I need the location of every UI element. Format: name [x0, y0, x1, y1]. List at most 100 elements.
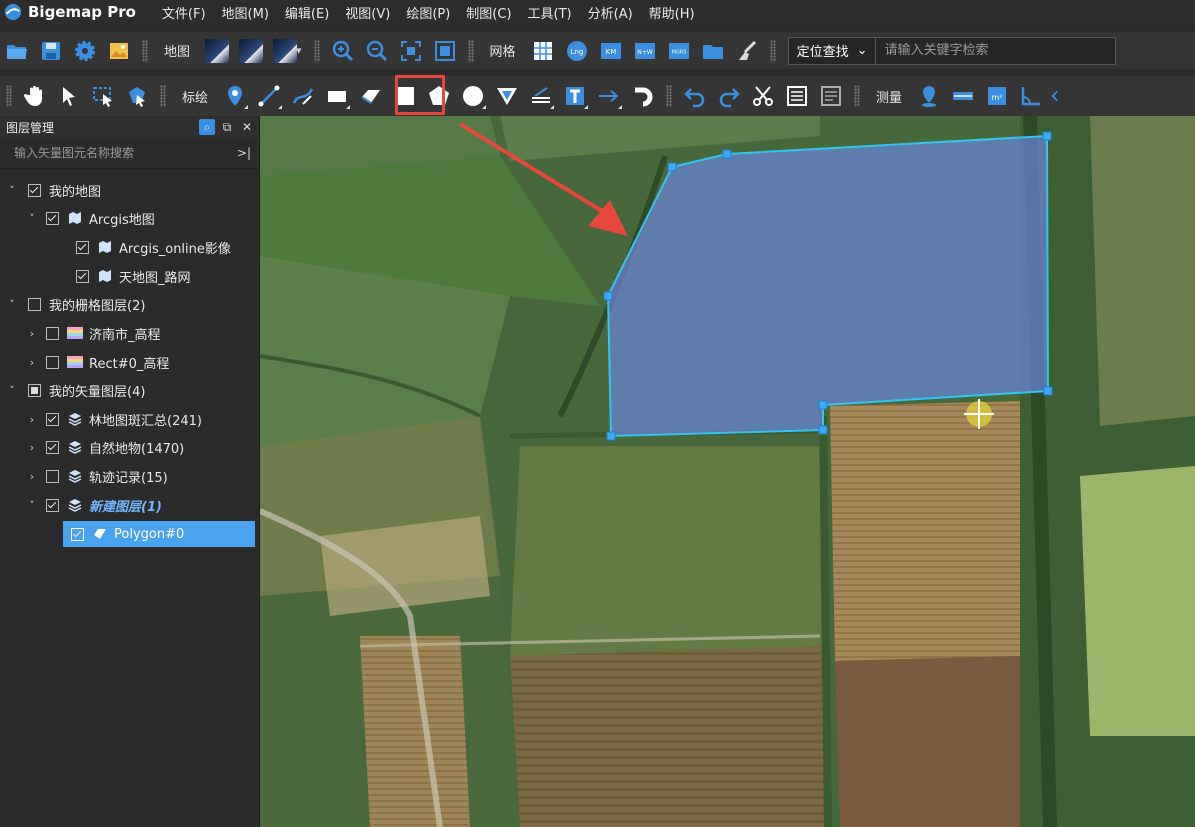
layer-checkbox[interactable]: [46, 469, 59, 483]
curve-button[interactable]: [286, 79, 320, 113]
zoom-out-button[interactable]: [360, 34, 394, 68]
select-button[interactable]: [52, 79, 86, 113]
image-button[interactable]: [102, 34, 136, 68]
nw-grid-button[interactable]: N+W: [628, 34, 662, 68]
polygon-vertex[interactable]: [606, 431, 616, 441]
menu-map[interactable]: 地图(M): [214, 3, 277, 22]
toolbar-grip[interactable]: [854, 85, 861, 107]
mgrs-grid-button[interactable]: MGRS: [662, 34, 696, 68]
tree-row-tianditu[interactable]: 天地图_路网: [0, 263, 191, 289]
measure-area-button[interactable]: m²: [980, 79, 1014, 113]
measure-angle-button[interactable]: [1014, 79, 1048, 113]
cut-button[interactable]: [746, 79, 780, 113]
full-extent-button[interactable]: [428, 34, 462, 68]
menu-tools[interactable]: 工具(T): [520, 3, 580, 22]
basemap-3-button[interactable]: [268, 34, 302, 68]
map-view[interactable]: [260, 116, 1195, 827]
tree-row-arcgis[interactable]: ˅ Arcgis地图: [0, 205, 155, 231]
redo-button[interactable]: [712, 79, 746, 113]
tree-row-arcgis-online[interactable]: Arcgis_online影像: [0, 234, 231, 260]
fit-extent-button[interactable]: [394, 34, 428, 68]
toolbar-grip[interactable]: [313, 39, 320, 62]
toolbar-grip[interactable]: [6, 85, 12, 107]
menu-view[interactable]: 视图(V): [337, 3, 398, 22]
polygon-vertex[interactable]: [1042, 131, 1052, 141]
chevron-down-icon[interactable]: ˅: [26, 212, 38, 225]
tree-row-my-map[interactable]: ˅ 我的地图: [0, 177, 101, 203]
close-icon[interactable]: ✕: [239, 119, 255, 135]
toolbar-grip[interactable]: [769, 39, 776, 62]
grid-button[interactable]: [526, 34, 560, 68]
chevron-right-icon[interactable]: ›: [26, 356, 38, 369]
layer-checkbox[interactable]: [71, 527, 84, 541]
measure-point-button[interactable]: [912, 79, 946, 113]
locate-select[interactable]: 定位查找 ⌄: [789, 37, 877, 64]
chevron-down-icon[interactable]: ˅: [26, 499, 38, 512]
tree-row-new-layer[interactable]: ˅ 新建图层(1): [0, 492, 162, 518]
polygon-vertex[interactable]: [818, 400, 828, 410]
polygon-vertex[interactable]: [667, 162, 677, 172]
more-tools-button[interactable]: [1048, 79, 1062, 113]
tree-row-raster-layers[interactable]: ˅ 我的栅格图层(2): [0, 291, 145, 317]
menu-analysis[interactable]: 分析(A): [580, 3, 641, 22]
menu-edit[interactable]: 编辑(E): [277, 3, 337, 22]
collapse-icon[interactable]: >|: [237, 146, 251, 160]
layer-checkbox[interactable]: [76, 240, 89, 254]
layer-checkbox[interactable]: [46, 498, 59, 512]
layer-checkbox[interactable]: [76, 269, 89, 283]
box-select-button[interactable]: [86, 79, 120, 113]
circle-button[interactable]: [456, 79, 490, 113]
layer-checkbox[interactable]: [46, 440, 59, 454]
layer-search-input[interactable]: [12, 145, 236, 161]
layer-checkbox[interactable]: [46, 412, 59, 426]
search-icon[interactable]: ⌕: [199, 119, 215, 135]
tree-row-vector-layers[interactable]: ˅ 我的矢量图层(4): [0, 377, 145, 403]
settings-button[interactable]: [68, 34, 102, 68]
folder-button[interactable]: [696, 34, 730, 68]
polygon-select-button[interactable]: [120, 79, 154, 113]
layer-checkbox[interactable]: [46, 355, 59, 369]
tree-row-natural-features[interactable]: › 自然地物(1470): [0, 434, 184, 460]
measure-distance-button[interactable]: [946, 79, 980, 113]
polygon-vertex[interactable]: [1043, 386, 1053, 396]
float-window-icon[interactable]: ⧉: [219, 119, 235, 135]
chevron-right-icon[interactable]: ›: [26, 441, 38, 454]
undo-button[interactable]: [678, 79, 712, 113]
rectangle-button[interactable]: [320, 79, 354, 113]
marker-button[interactable]: [218, 79, 252, 113]
tree-row-forest-patches[interactable]: › 林地图斑汇总(241): [0, 406, 202, 432]
menu-file[interactable]: 文件(F): [154, 3, 214, 22]
dimension-button[interactable]: [524, 79, 558, 113]
layer-checkbox[interactable]: [46, 326, 59, 340]
menu-help[interactable]: 帮助(H): [641, 3, 703, 22]
chevron-down-icon[interactable]: ˅: [6, 184, 18, 197]
chevron-right-icon[interactable]: ›: [26, 413, 38, 426]
save-button[interactable]: [34, 34, 68, 68]
zoom-in-button[interactable]: [326, 34, 360, 68]
layer-checkbox[interactable]: [28, 383, 41, 397]
clear-button[interactable]: [730, 34, 764, 68]
line-button[interactable]: [252, 79, 286, 113]
list-button[interactable]: [814, 79, 848, 113]
arrow-button[interactable]: [592, 79, 626, 113]
open-button[interactable]: [0, 34, 34, 68]
polygon-vertex[interactable]: [603, 291, 613, 301]
toolbar-grip[interactable]: [160, 85, 166, 107]
basemap-2-button[interactable]: [234, 34, 268, 68]
curved-arrow-button[interactable]: [626, 79, 660, 113]
layer-checkbox[interactable]: [28, 183, 41, 197]
menu-cartography[interactable]: 制图(C): [458, 3, 519, 22]
chevron-down-icon[interactable]: ˅: [6, 298, 18, 311]
polygon-vertex[interactable]: [818, 425, 828, 435]
polygon-draw-button[interactable]: [354, 79, 388, 113]
toolbar-grip[interactable]: [666, 85, 673, 107]
basemap-1-button[interactable]: [200, 34, 234, 68]
chevron-right-icon[interactable]: ›: [26, 327, 38, 340]
tree-row-track-records[interactable]: › 轨迹记录(15): [0, 463, 168, 489]
menu-draw[interactable]: 绘图(P): [398, 3, 458, 22]
chevron-right-icon[interactable]: ›: [26, 470, 38, 483]
text-button[interactable]: [558, 79, 592, 113]
attribute-table-button[interactable]: [780, 79, 814, 113]
layer-checkbox[interactable]: [28, 297, 41, 311]
triangle-button[interactable]: [490, 79, 524, 113]
